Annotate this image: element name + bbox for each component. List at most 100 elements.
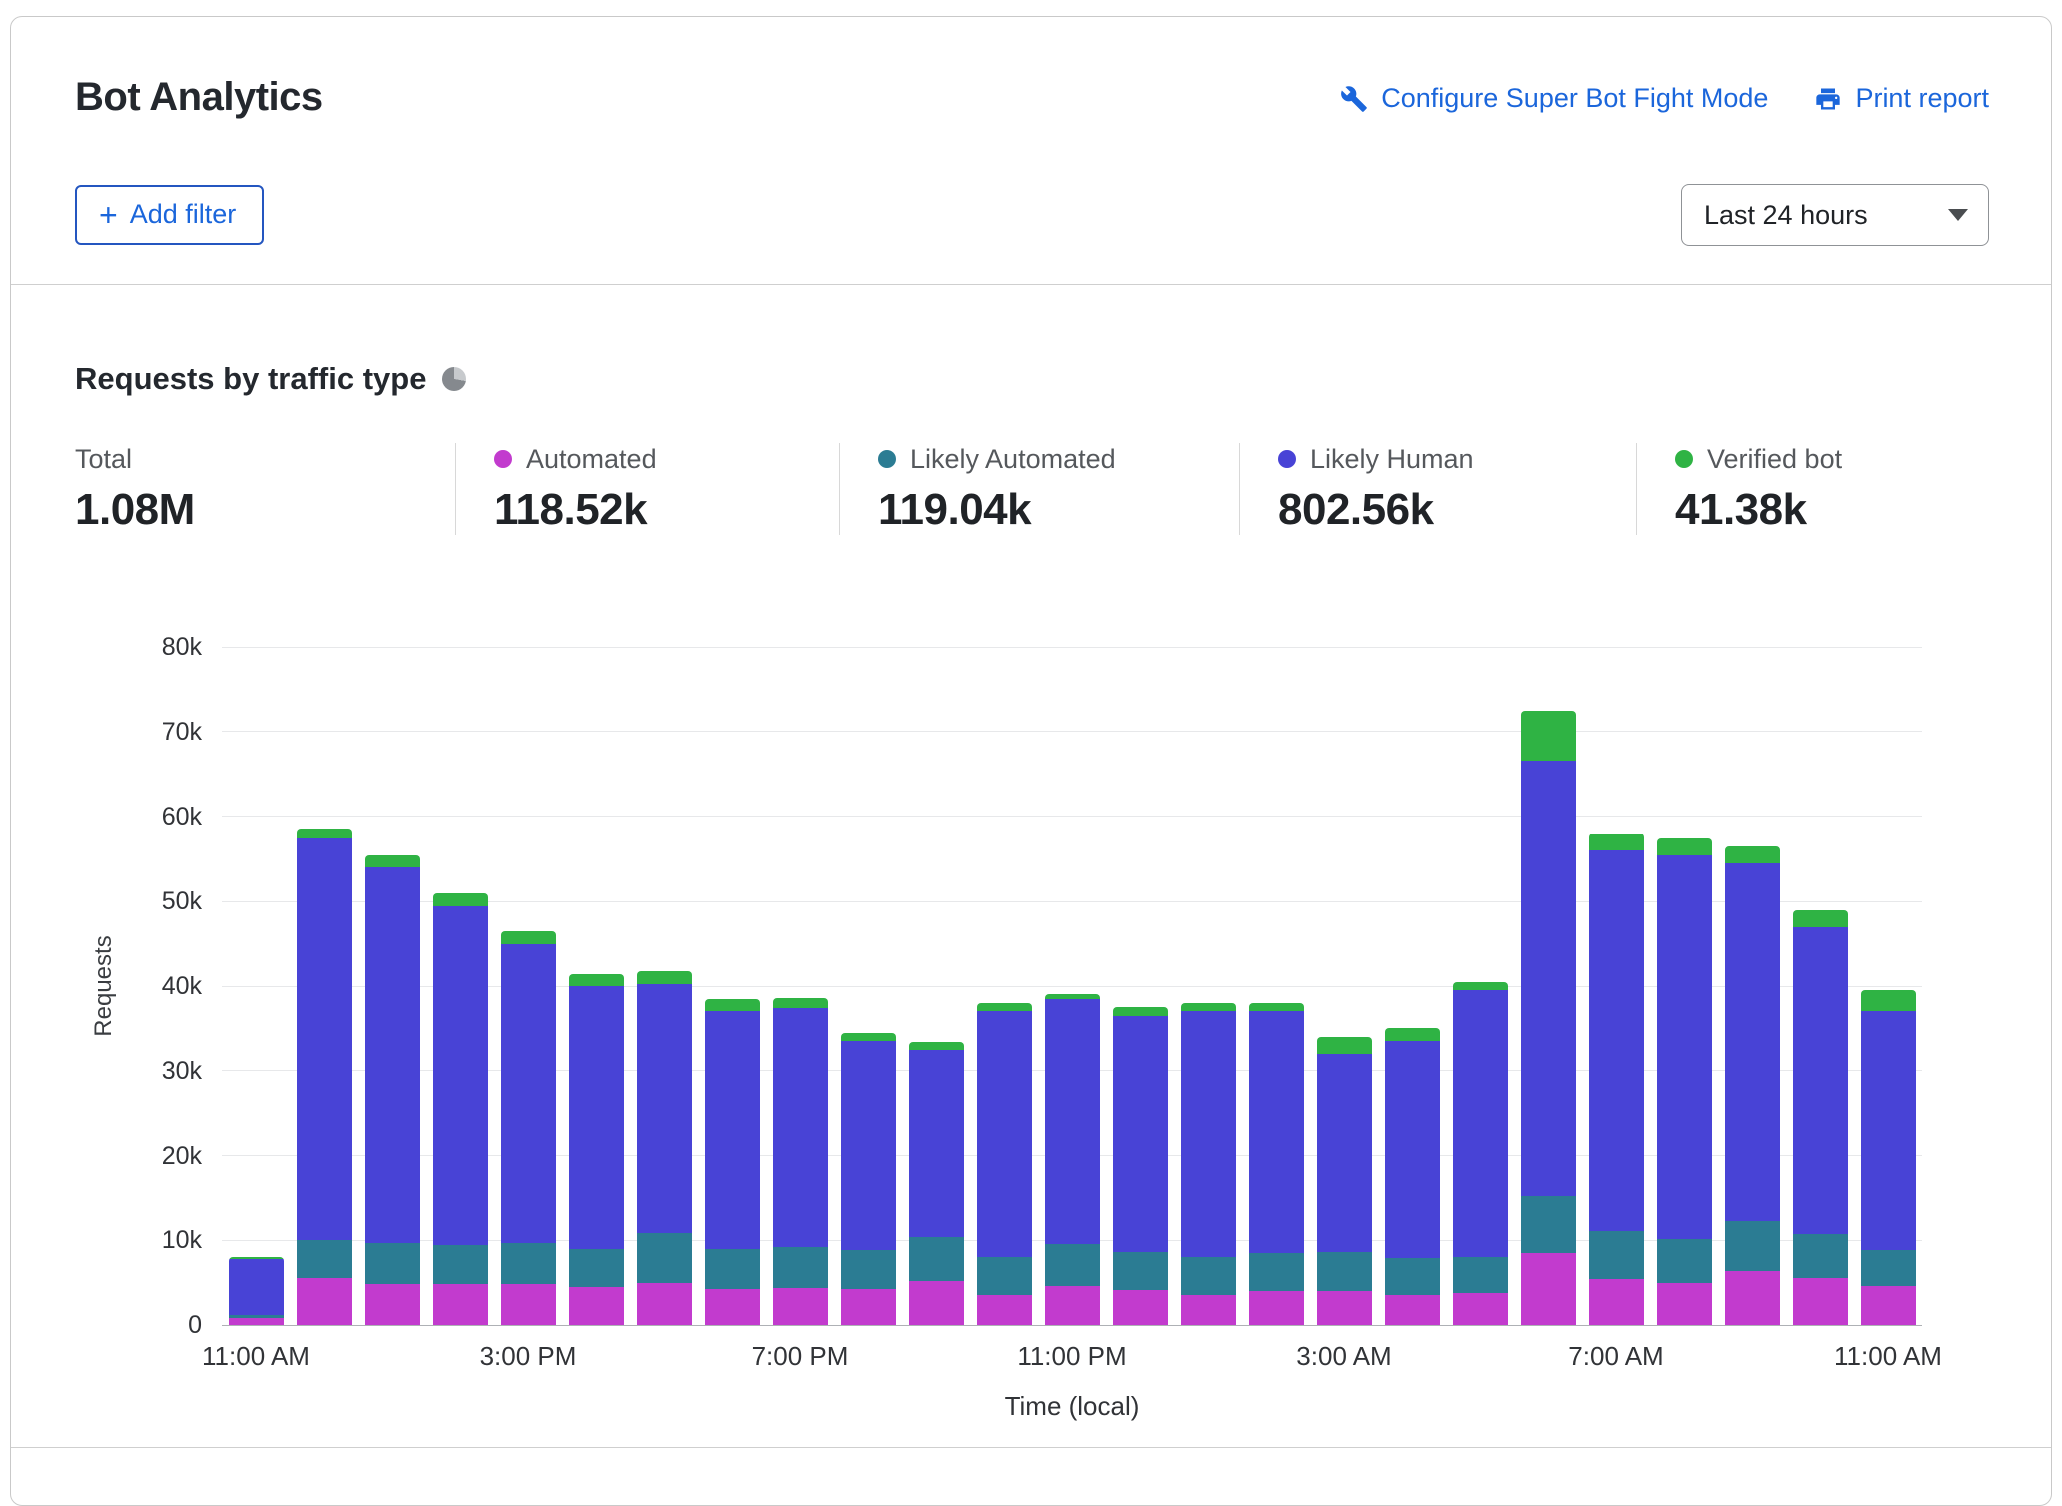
bar-segment-verified-bot: [1588, 833, 1644, 851]
bar-segment-likely-automated: [1112, 1252, 1168, 1291]
stat-total-value: 1.08M: [75, 485, 195, 534]
bar-segment-likely-automated: [364, 1242, 420, 1285]
bar-segment-likely-automated: [704, 1248, 760, 1290]
bar-segment-verified-bot: [500, 930, 556, 944]
stacked-bar[interactable]: [908, 1041, 964, 1325]
stacked-bar[interactable]: [1248, 1002, 1304, 1325]
y-tick-label: 60k: [161, 802, 202, 831]
bar-segment-likely-automated: [432, 1244, 488, 1285]
stacked-bar[interactable]: [568, 974, 624, 1325]
bar-segment-likely-human: [1316, 1053, 1372, 1253]
x-tick-label: 7:00 AM: [1568, 1341, 1664, 1371]
stacked-bar[interactable]: [1316, 1036, 1372, 1325]
gridline-60k: [222, 816, 1922, 817]
configure-link-label: Configure Super Bot Fight Mode: [1381, 83, 1769, 113]
stacked-bar[interactable]: [432, 892, 488, 1325]
bar-segment-likely-human: [772, 1008, 828, 1248]
bar-segment-likely-human: [1044, 998, 1100, 1244]
bar-segment-verified-bot: [432, 892, 488, 906]
bar-segment-likely-automated: [1248, 1252, 1304, 1292]
bar-segment-automated: [364, 1284, 420, 1325]
stat-likely-automated-value: 119.04k: [878, 485, 1032, 534]
bottom-section-divider: [11, 1447, 2051, 1448]
stacked-bar[interactable]: [1384, 1028, 1440, 1325]
bar-segment-likely-automated: [636, 1232, 692, 1284]
stat-likely-human-label: Likely Human: [1310, 444, 1474, 474]
bar-segment-automated: [1656, 1282, 1712, 1325]
bar-segment-automated: [1792, 1277, 1848, 1325]
bar-segment-likely-automated: [500, 1242, 556, 1285]
add-filter-button[interactable]: + Add filter: [75, 185, 265, 245]
bar-segment-verified-bot: [636, 970, 692, 985]
stacked-bar[interactable]: [976, 1002, 1032, 1325]
bar-segment-automated: [1724, 1270, 1780, 1325]
configure-super-bot-fight-mode-link[interactable]: Configure Super Bot Fight Mode: [1340, 83, 1768, 114]
bar-segment-automated: [908, 1280, 964, 1325]
plot-area: 0 10k 20k 30k 40k 50k 60k 70k 80k 11:00 AM 3:00 PM…: [162, 633, 1942, 1371]
bar-segment-automated: [1248, 1291, 1304, 1325]
bar-segment-verified-bot: [1452, 981, 1508, 991]
bar-segment-likely-automated: [296, 1240, 352, 1279]
x-tick-label: 7:00 PM: [751, 1341, 849, 1371]
stat-verified-bot-label: Verified bot: [1707, 444, 1843, 474]
bar-segment-likely-automated: [1724, 1220, 1780, 1271]
bar-segment-verified-bot: [1792, 909, 1848, 927]
add-filter-label: Add filter: [129, 199, 237, 229]
stacked-bar[interactable]: [1860, 990, 1916, 1325]
bar-segment-likely-human: [228, 1258, 284, 1315]
traffic-type-stats: Total 1.08M Automated 118.52k Likely Aut…: [75, 443, 1989, 535]
bar-segment-automated: [296, 1278, 352, 1325]
bar-segment-verified-bot: [1724, 846, 1780, 864]
stat-total: Total 1.08M: [75, 443, 455, 535]
bar-segment-automated: [500, 1284, 556, 1325]
stacked-bar[interactable]: [364, 854, 420, 1325]
bar-segment-likely-automated: [1180, 1257, 1236, 1295]
stacked-bar[interactable]: [296, 829, 352, 1325]
bar-segment-automated: [704, 1289, 760, 1325]
time-range-select[interactable]: Last 24 hours: [1681, 184, 1989, 246]
bar-segment-likely-human: [908, 1050, 964, 1237]
bar-segment-automated: [1112, 1290, 1168, 1325]
likely-human-legend-dot: [1278, 450, 1296, 468]
bar-segment-likely-human: [1860, 1011, 1916, 1250]
bar-segment-verified-bot: [976, 1002, 1032, 1012]
stacked-bar[interactable]: [636, 970, 692, 1325]
stacked-bar[interactable]: [1792, 909, 1848, 1325]
bar-segment-likely-human: [296, 837, 352, 1241]
section-title: Requests by traffic type: [75, 361, 427, 396]
bar-segment-likely-human: [636, 984, 692, 1233]
stacked-bar[interactable]: [1520, 710, 1576, 1325]
stacked-bar[interactable]: [1112, 1007, 1168, 1325]
stacked-bar[interactable]: [1724, 846, 1780, 1325]
bar-segment-verified-bot: [1860, 990, 1916, 1012]
bar-segment-automated: [976, 1294, 1032, 1325]
stacked-bar[interactable]: [1656, 837, 1712, 1325]
bar-segment-likely-human: [1112, 1015, 1168, 1253]
bar-segment-likely-automated: [1384, 1258, 1440, 1295]
stacked-bar[interactable]: [772, 997, 828, 1325]
stat-verified-bot-value: 41.38k: [1675, 485, 1807, 534]
stat-verified-bot: Verified bot 41.38k: [1636, 443, 1989, 535]
stacked-bar[interactable]: [1180, 1002, 1236, 1325]
stacked-bar[interactable]: [1044, 994, 1100, 1325]
bot-analytics-card: Bot Analytics Configure Super Bot Fight …: [10, 16, 2052, 1506]
stacked-bar[interactable]: [500, 930, 556, 1325]
print-report-link[interactable]: Print report: [1814, 83, 1989, 114]
bar-segment-automated: [432, 1284, 488, 1325]
bar-segment-automated: [568, 1286, 624, 1325]
gridline-70k: [222, 731, 1922, 733]
x-tick-label: 3:00 AM: [1296, 1341, 1392, 1371]
y-tick-label: 10k: [161, 1226, 202, 1255]
stat-likely-human-value: 802.56k: [1278, 485, 1434, 534]
bar-segment-verified-bot: [1180, 1002, 1236, 1012]
stacked-bar[interactable]: [840, 1032, 896, 1325]
stacked-bar[interactable]: [228, 1257, 284, 1325]
bar-segment-automated: [1520, 1252, 1576, 1325]
stacked-bar[interactable]: [704, 998, 760, 1325]
stacked-bar[interactable]: [1452, 981, 1508, 1325]
stacked-bar[interactable]: [1588, 833, 1644, 1325]
y-tick-label: 50k: [161, 887, 202, 916]
bar-segment-automated: [772, 1287, 828, 1325]
bar-segment-likely-human: [364, 867, 420, 1243]
bar-segment-likely-human: [976, 1011, 1032, 1258]
